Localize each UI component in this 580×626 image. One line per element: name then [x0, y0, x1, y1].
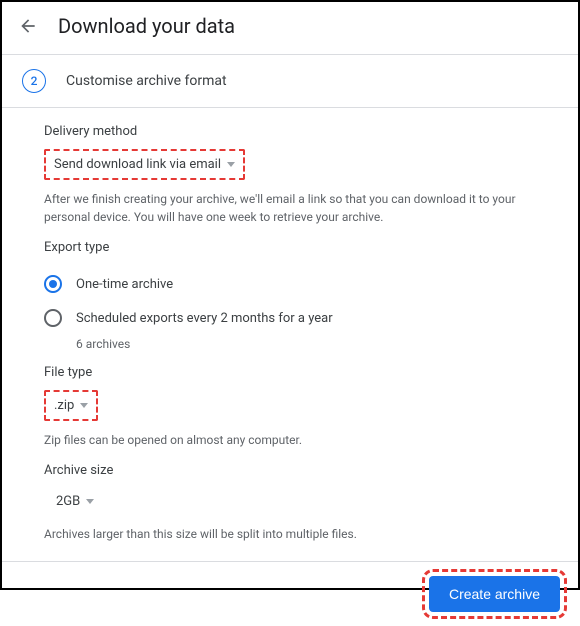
- page-header: Download your data: [2, 2, 578, 50]
- content-area: Delivery method Send download link via e…: [2, 108, 578, 543]
- back-arrow-icon[interactable]: [18, 16, 38, 36]
- chevron-down-icon: [80, 403, 88, 408]
- delivery-help-text: After we finish creating your archive, w…: [44, 190, 536, 226]
- page-title: Download your data: [58, 14, 235, 38]
- archive-size-help-text: Archives larger than this size will be s…: [44, 525, 536, 543]
- step-title: Customise archive format: [66, 73, 227, 89]
- delivery-method-label: Delivery method: [44, 124, 536, 139]
- archive-size-value: 2GB: [56, 494, 80, 509]
- archive-size-label: Archive size: [44, 463, 536, 478]
- radio-label: Scheduled exports every 2 months for a y…: [76, 311, 333, 326]
- file-type-label: File type: [44, 365, 536, 380]
- create-archive-button[interactable]: Create archive: [429, 576, 560, 612]
- chevron-down-icon: [86, 499, 94, 504]
- radio-label: One-time archive: [76, 277, 173, 292]
- export-type-group: One-time archive Scheduled exports every…: [44, 267, 536, 351]
- footer-bar: Create archive: [2, 561, 578, 626]
- export-type-label: Export type: [44, 240, 536, 255]
- export-option-scheduled[interactable]: Scheduled exports every 2 months for a y…: [44, 301, 536, 335]
- delivery-method-value: Send download link via email: [54, 157, 221, 172]
- step-number-badge: 2: [22, 69, 46, 93]
- radio-icon: [44, 309, 62, 327]
- export-option-onetime[interactable]: One-time archive: [44, 267, 536, 301]
- file-type-dropdown[interactable]: .zip: [44, 390, 98, 421]
- chevron-down-icon: [227, 162, 235, 167]
- archive-size-dropdown[interactable]: 2GB: [48, 488, 102, 515]
- delivery-method-dropdown[interactable]: Send download link via email: [44, 149, 245, 180]
- radio-icon: [44, 275, 62, 293]
- radio-sublabel: 6 archives: [76, 337, 536, 351]
- step-header[interactable]: 2 Customise archive format: [2, 54, 578, 108]
- file-type-help-text: Zip files can be opened on almost any co…: [44, 431, 536, 449]
- file-type-value: .zip: [54, 398, 74, 413]
